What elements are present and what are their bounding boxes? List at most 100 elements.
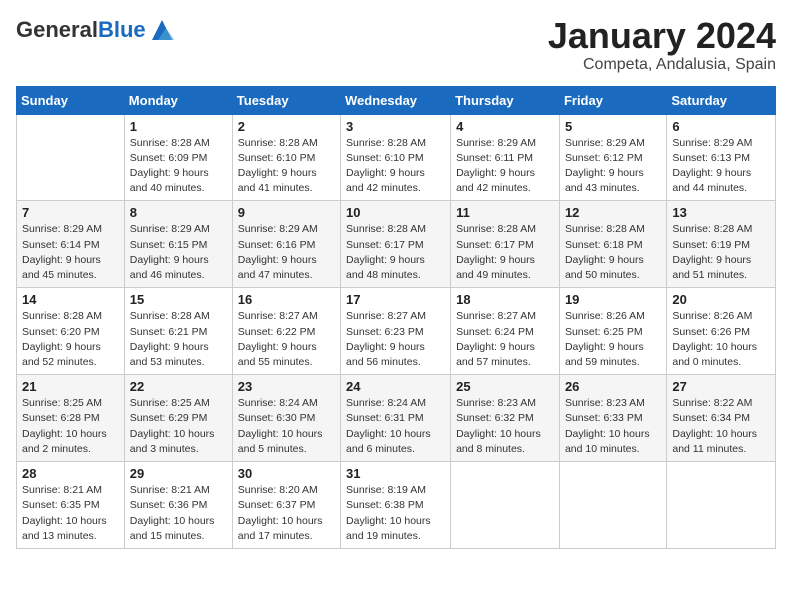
day-number: 1 <box>130 119 227 134</box>
day-number: 16 <box>238 292 335 307</box>
title-block: January 2024 Competa, Andalusia, Spain <box>548 16 776 74</box>
day-info: Sunrise: 8:26 AMSunset: 6:26 PMDaylight:… <box>672 309 770 370</box>
weekday-header-thursday: Thursday <box>451 86 560 114</box>
calendar-week-5: 28Sunrise: 8:21 AMSunset: 6:35 PMDayligh… <box>17 462 776 549</box>
calendar-cell: 1 Sunrise: 8:28 AMSunset: 6:09 PMDaylight… <box>124 114 232 201</box>
calendar-week-1: 1 Sunrise: 8:28 AMSunset: 6:09 PMDaylight… <box>17 114 776 201</box>
calendar-week-4: 21 Sunrise: 8:25 AMSunset: 6:28 PMDayligh… <box>17 375 776 462</box>
weekday-header-monday: Monday <box>124 86 232 114</box>
calendar-cell <box>17 114 125 201</box>
day-info: Sunrise: 8:29 AMSunset: 6:11 PMDaylight:… <box>456 136 554 197</box>
day-number: 15 <box>130 292 227 307</box>
day-info: Sunrise: 8:29 AMSunset: 6:14 PMDaylight:… <box>22 222 119 283</box>
logo-blue: Blue <box>98 17 146 42</box>
day-info: Sunrise: 8:21 AMSunset: 6:36 PMDaylight:… <box>130 483 227 544</box>
calendar-cell: 12 Sunrise: 8:28 AMSunset: 6:18 PMDayligh… <box>559 201 666 288</box>
day-number: 12 <box>565 205 661 220</box>
day-info: Sunrise: 8:28 AMSunset: 6:19 PMDaylight:… <box>672 222 770 283</box>
day-number: 31 <box>346 466 445 481</box>
day-number: 9 <box>238 205 335 220</box>
weekday-header-wednesday: Wednesday <box>341 86 451 114</box>
calendar-cell: 20 Sunrise: 8:26 AMSunset: 6:26 PMDayligh… <box>667 288 776 375</box>
day-number: 24 <box>346 379 445 394</box>
day-number: 3 <box>346 119 445 134</box>
day-number: 22 <box>130 379 227 394</box>
month-title: January 2024 <box>548 16 776 56</box>
calendar-cell: 2 Sunrise: 8:28 AMSunset: 6:10 PMDaylight… <box>232 114 340 201</box>
day-info: Sunrise: 8:23 AMSunset: 6:33 PMDaylight:… <box>565 396 661 457</box>
day-number: 4 <box>456 119 554 134</box>
day-info: Sunrise: 8:19 AMSunset: 6:38 PMDaylight:… <box>346 483 445 544</box>
calendar-cell: 3 Sunrise: 8:28 AMSunset: 6:10 PMDaylight… <box>341 114 451 201</box>
calendar-cell: 19 Sunrise: 8:26 AMSunset: 6:25 PMDayligh… <box>559 288 666 375</box>
day-number: 20 <box>672 292 770 307</box>
day-info: Sunrise: 8:20 AMSunset: 6:37 PMDaylight:… <box>238 483 335 544</box>
calendar-cell: 5 Sunrise: 8:29 AMSunset: 6:12 PMDaylight… <box>559 114 666 201</box>
day-info: Sunrise: 8:28 AMSunset: 6:10 PMDaylight:… <box>238 136 335 197</box>
day-info: Sunrise: 8:28 AMSunset: 6:10 PMDaylight:… <box>346 136 445 197</box>
day-number: 19 <box>565 292 661 307</box>
calendar-cell: 26Sunrise: 8:23 AMSunset: 6:33 PMDayligh… <box>559 375 666 462</box>
calendar-cell: 16 Sunrise: 8:27 AMSunset: 6:22 PMDayligh… <box>232 288 340 375</box>
day-info: Sunrise: 8:25 AMSunset: 6:29 PMDaylight:… <box>130 396 227 457</box>
day-number: 11 <box>456 205 554 220</box>
day-number: 17 <box>346 292 445 307</box>
weekday-header-saturday: Saturday <box>667 86 776 114</box>
calendar-cell: 10Sunrise: 8:28 AMSunset: 6:17 PMDayligh… <box>341 201 451 288</box>
calendar-cell: 8Sunrise: 8:29 AMSunset: 6:15 PMDaylight… <box>124 201 232 288</box>
calendar-week-3: 14 Sunrise: 8:28 AMSunset: 6:20 PMDayligh… <box>17 288 776 375</box>
calendar-cell <box>667 462 776 549</box>
logo-text: GeneralBlue <box>16 18 146 42</box>
calendar-cell: 6 Sunrise: 8:29 AMSunset: 6:13 PMDaylight… <box>667 114 776 201</box>
calendar-cell: 13 Sunrise: 8:28 AMSunset: 6:19 PMDayligh… <box>667 201 776 288</box>
calendar-cell <box>451 462 560 549</box>
day-number: 2 <box>238 119 335 134</box>
calendar-cell: 29 Sunrise: 8:21 AMSunset: 6:36 PMDayligh… <box>124 462 232 549</box>
calendar-cell: 11 Sunrise: 8:28 AMSunset: 6:17 PMDayligh… <box>451 201 560 288</box>
calendar-cell: 21 Sunrise: 8:25 AMSunset: 6:28 PMDayligh… <box>17 375 125 462</box>
calendar-cell <box>559 462 666 549</box>
day-info: Sunrise: 8:28 AMSunset: 6:09 PMDaylight:… <box>130 136 227 197</box>
day-info: Sunrise: 8:21 AMSunset: 6:35 PMDaylight:… <box>22 483 119 544</box>
day-number: 13 <box>672 205 770 220</box>
calendar-cell: 27Sunrise: 8:22 AMSunset: 6:34 PMDayligh… <box>667 375 776 462</box>
day-number: 21 <box>22 379 119 394</box>
day-number: 14 <box>22 292 119 307</box>
day-number: 23 <box>238 379 335 394</box>
calendar-cell: 4 Sunrise: 8:29 AMSunset: 6:11 PMDaylight… <box>451 114 560 201</box>
day-number: 30 <box>238 466 335 481</box>
calendar-cell: 30 Sunrise: 8:20 AMSunset: 6:37 PMDayligh… <box>232 462 340 549</box>
day-info: Sunrise: 8:25 AMSunset: 6:28 PMDaylight:… <box>22 396 119 457</box>
calendar-cell: 22 Sunrise: 8:25 AMSunset: 6:29 PMDayligh… <box>124 375 232 462</box>
weekday-header-row: SundayMondayTuesdayWednesdayThursdayFrid… <box>17 86 776 114</box>
weekday-header-friday: Friday <box>559 86 666 114</box>
day-info: Sunrise: 8:27 AMSunset: 6:24 PMDaylight:… <box>456 309 554 370</box>
day-info: Sunrise: 8:24 AMSunset: 6:30 PMDaylight:… <box>238 396 335 457</box>
weekday-header-sunday: Sunday <box>17 86 125 114</box>
logo-icon <box>148 16 176 44</box>
day-number: 5 <box>565 119 661 134</box>
calendar-cell: 7 Sunrise: 8:29 AMSunset: 6:14 PMDaylight… <box>17 201 125 288</box>
day-number: 29 <box>130 466 227 481</box>
day-info: Sunrise: 8:26 AMSunset: 6:25 PMDaylight:… <box>565 309 661 370</box>
day-number: 25 <box>456 379 554 394</box>
calendar-cell: 31 Sunrise: 8:19 AMSunset: 6:38 PMDayligh… <box>341 462 451 549</box>
day-info: Sunrise: 8:28 AMSunset: 6:20 PMDaylight:… <box>22 309 119 370</box>
day-number: 6 <box>672 119 770 134</box>
day-info: Sunrise: 8:28 AMSunset: 6:18 PMDaylight:… <box>565 222 661 283</box>
calendar-cell: 18 Sunrise: 8:27 AMSunset: 6:24 PMDayligh… <box>451 288 560 375</box>
day-number: 7 <box>22 205 119 220</box>
calendar-cell: 24 Sunrise: 8:24 AMSunset: 6:31 PMDayligh… <box>341 375 451 462</box>
day-info: Sunrise: 8:27 AMSunset: 6:22 PMDaylight:… <box>238 309 335 370</box>
day-info: Sunrise: 8:24 AMSunset: 6:31 PMDaylight:… <box>346 396 445 457</box>
day-info: Sunrise: 8:28 AMSunset: 6:17 PMDaylight:… <box>456 222 554 283</box>
day-info: Sunrise: 8:29 AMSunset: 6:13 PMDaylight:… <box>672 136 770 197</box>
calendar-cell: 23 Sunrise: 8:24 AMSunset: 6:30 PMDayligh… <box>232 375 340 462</box>
calendar-cell: 14 Sunrise: 8:28 AMSunset: 6:20 PMDayligh… <box>17 288 125 375</box>
day-info: Sunrise: 8:29 AMSunset: 6:16 PMDaylight:… <box>238 222 335 283</box>
day-number: 18 <box>456 292 554 307</box>
day-info: Sunrise: 8:22 AMSunset: 6:34 PMDaylight:… <box>672 396 770 457</box>
calendar-cell: 25Sunrise: 8:23 AMSunset: 6:32 PMDayligh… <box>451 375 560 462</box>
day-info: Sunrise: 8:29 AMSunset: 6:12 PMDaylight:… <box>565 136 661 197</box>
logo: GeneralBlue <box>16 16 176 44</box>
